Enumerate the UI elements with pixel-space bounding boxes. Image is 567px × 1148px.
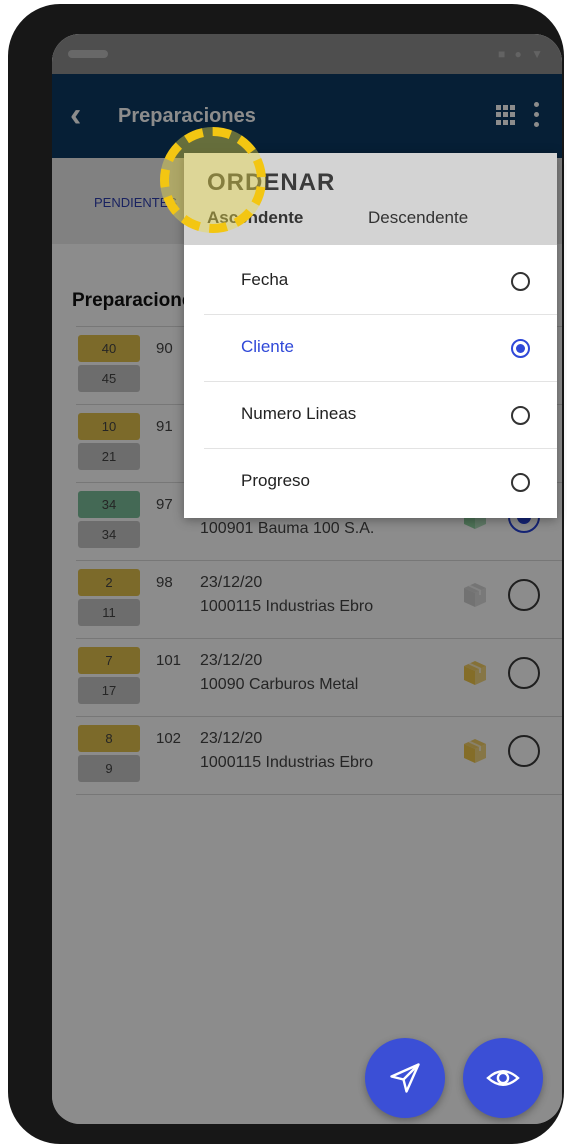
sort-descending-tab[interactable]: Descendente [368,208,468,228]
send-icon [390,1063,420,1093]
sort-option-progreso[interactable]: Progreso [184,449,557,516]
tap-highlight-marker [160,127,266,233]
sort-option-label: Cliente [241,337,294,356]
radio-button[interactable] [511,272,530,291]
radio-button[interactable] [511,339,530,358]
sort-option-cliente[interactable]: Cliente [184,315,557,382]
sort-option-numero-lineas[interactable]: Numero Lineas [184,382,557,449]
send-button[interactable] [365,1038,445,1118]
radio-button[interactable] [511,473,530,492]
sort-option-label: Numero Lineas [241,404,357,423]
sort-option-label: Fecha [241,270,289,289]
eye-icon [486,1070,520,1086]
sort-option-label: Progreso [241,471,310,490]
radio-button[interactable] [511,406,530,425]
sort-option-fecha[interactable]: Fecha [184,248,557,315]
view-button[interactable] [463,1038,543,1118]
